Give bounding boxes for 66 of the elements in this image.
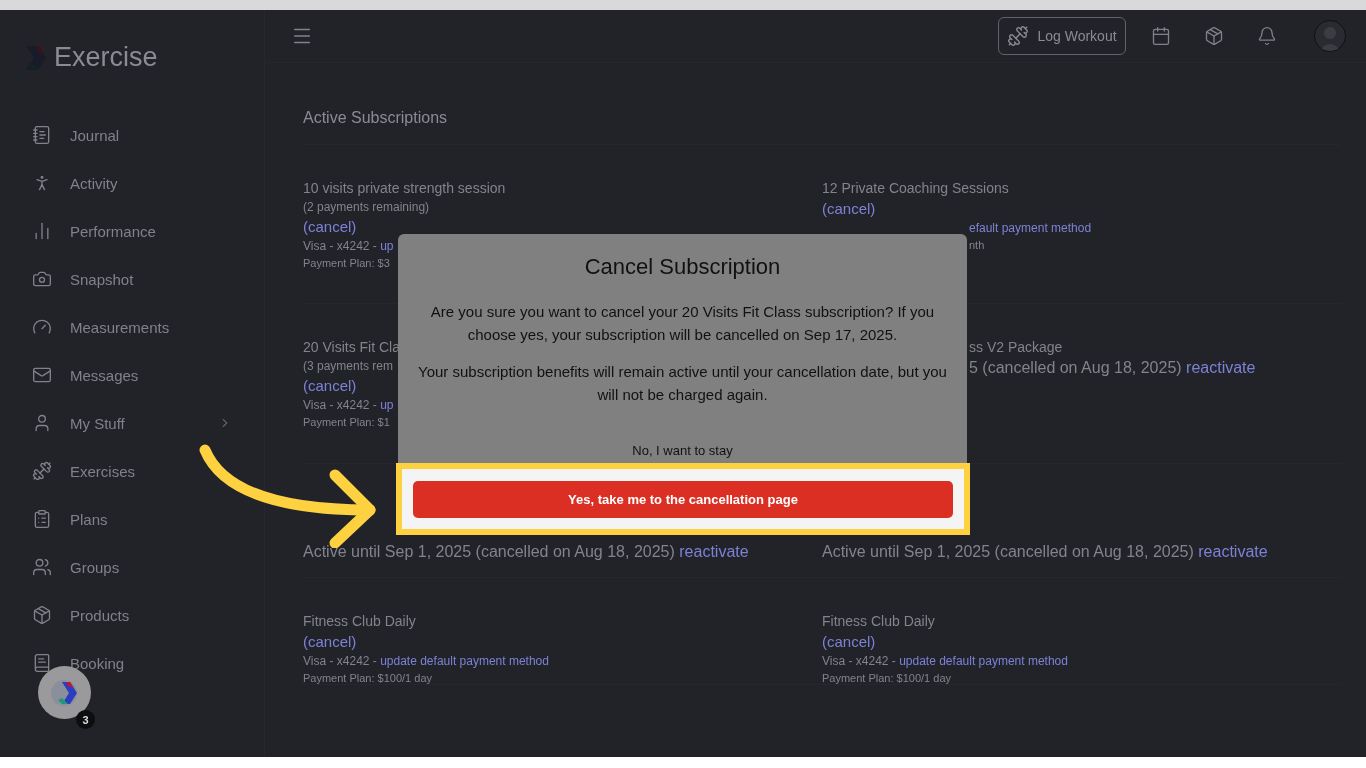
cancel-link[interactable]: (cancel) [303, 218, 357, 235]
notification-badge: 3 [76, 710, 95, 729]
logo-icon [49, 677, 80, 708]
sidebar-item[interactable]: My Stuff [22, 408, 232, 438]
subscription-title: 12 Private Coaching Sessions [822, 180, 1009, 196]
log-workout-button[interactable]: Log Workout [998, 17, 1126, 55]
payment-plan: Payment Plan: $100/1 day [822, 672, 952, 684]
subscription-status: Active until Sep 1, 2025 (cancelled on Aug 18, 2025) [303, 543, 675, 560]
package-icon [32, 605, 52, 625]
dumbbell-icon [1007, 25, 1030, 47]
book-icon [32, 653, 52, 673]
section-title: Active Subscriptions [303, 109, 1340, 145]
confirm-button[interactable]: Yes, take me to the cancellation page [413, 481, 953, 518]
reactivate-link[interactable]: reactivate [1198, 543, 1268, 560]
payments-note: (3 payments rem [303, 359, 394, 373]
notebook-icon [32, 125, 52, 145]
clipboard-icon [32, 509, 52, 529]
notifications-button[interactable] [1257, 26, 1277, 46]
reactivate-link[interactable]: reactivate [1186, 359, 1256, 376]
payment-link[interactable]: update default payment method [380, 654, 549, 668]
sidebar-item[interactable]: Activity [22, 168, 187, 198]
payment-link[interactable]: update default payment method [899, 654, 1068, 668]
users-icon [32, 557, 52, 577]
package-button[interactable] [1204, 26, 1224, 46]
mail-icon [32, 365, 52, 385]
subscription-status: Active until Sep 1, 2025 (cancelled on Aug 18, 2025) [822, 543, 1194, 560]
sidebar-item[interactable]: Journal [22, 120, 187, 150]
cancel-link[interactable]: (cancel) [303, 633, 357, 650]
sidebar-item[interactable]: Products [22, 600, 187, 630]
subscription-title: 10 visits private strength session [303, 180, 506, 196]
subscription-status: 5 (cancelled on Aug 18, 2025) [969, 359, 1182, 376]
app-logo: Exercise [54, 42, 158, 73]
payment-plan: Payment Plan: $3 [303, 257, 390, 269]
payment-method: Visa - x4242 - [303, 654, 378, 668]
sidebar-item[interactable]: Plans [22, 504, 187, 534]
cancel-link[interactable]: (cancel) [822, 633, 876, 650]
subscription-title: Fitness Club Daily [822, 613, 935, 629]
reactivate-link[interactable]: reactivate [679, 543, 749, 560]
payment-plan: Payment Plan: $100/1 day [303, 672, 433, 684]
dumbbell-icon [32, 461, 52, 481]
sidebar-item[interactable]: Exercises [22, 456, 187, 486]
payment-plan: nth [969, 239, 985, 251]
payment-method: Visa - x4242 - [303, 239, 378, 253]
camera-icon [32, 269, 52, 289]
dialog-title: Cancel Subscription [584, 254, 781, 280]
payments-note: (2 payments remaining) [303, 200, 430, 214]
cancel-link[interactable]: (cancel) [303, 377, 357, 394]
stay-button[interactable]: No, I want to stay [626, 442, 739, 459]
payment-method: Visa - x4242 - [822, 654, 897, 668]
payment-plan: Payment Plan: $1 [303, 416, 390, 428]
sidebar-item[interactable]: Snapshot [22, 264, 187, 294]
payment-link[interactable]: efault payment method [969, 221, 1092, 235]
sidebar-item[interactable]: Measurements [22, 312, 187, 342]
dialog-message: Are you sure you want to cancel your 20 Visits Fit Class subscription? If you choose yes, your subscription will be cancelled on Sep 17, 2025. [429, 302, 936, 345]
sidebar-item[interactable]: Performance [22, 216, 187, 246]
sidebar-item[interactable]: Booking [22, 648, 187, 678]
sidebar-item[interactable]: Messages [22, 360, 187, 390]
cancel-link[interactable]: (cancel) [822, 200, 876, 217]
subscription-title: ss V2 Package [969, 339, 1063, 355]
payment-link[interactable]: up [380, 398, 394, 412]
sidebar-item[interactable]: Groups [22, 552, 187, 582]
calendar-button[interactable] [1151, 26, 1171, 46]
dialog-message: Your subscription benefits will remain active until your cancellation date, but you will not be charged again. [417, 362, 948, 405]
payment-link[interactable]: up [380, 239, 394, 253]
subscription-title: Fitness Club Daily [303, 613, 416, 629]
payment-method: Visa - x4242 - [303, 398, 378, 412]
